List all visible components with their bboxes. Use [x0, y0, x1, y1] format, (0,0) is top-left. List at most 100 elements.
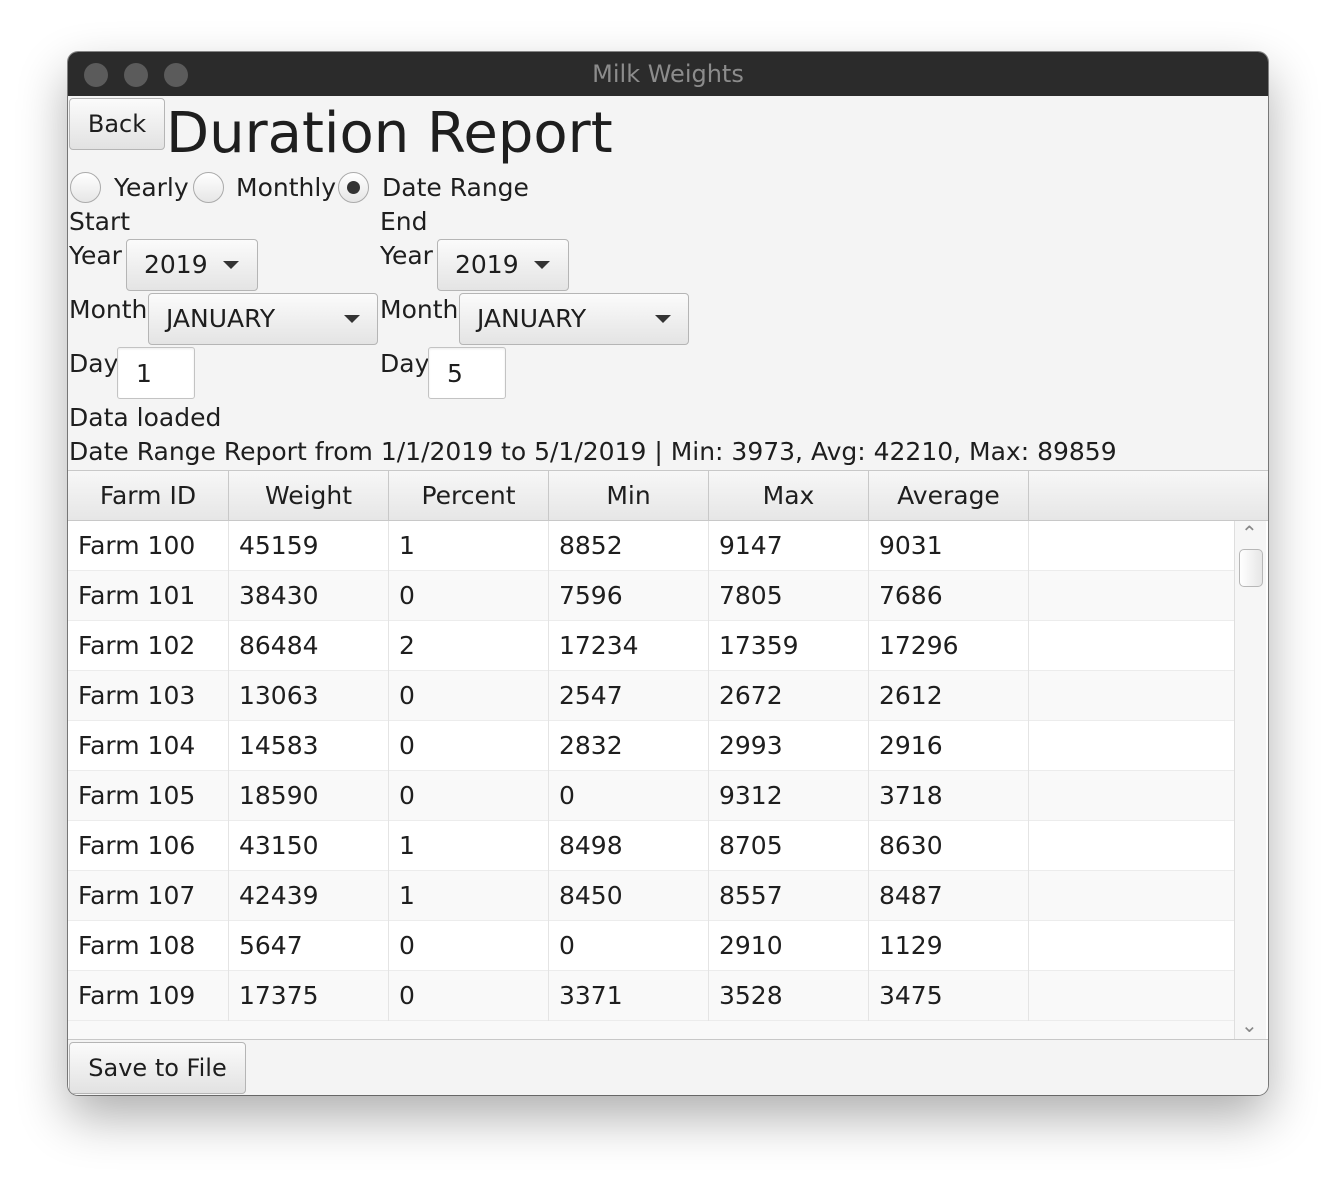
cell-farm-id: Farm 102 — [68, 621, 229, 671]
cell-average: 7686 — [869, 571, 1029, 621]
table-row[interactable]: Farm 102 86484 2 17234 17359 17296 — [68, 621, 1234, 671]
start-month-label: Month — [69, 295, 148, 324]
end-year-value: 2019 — [455, 250, 519, 279]
column-header-filler — [1029, 471, 1268, 520]
cell-percent: 0 — [389, 971, 549, 1021]
table-row[interactable]: Farm 107 42439 1 8450 8557 8487 — [68, 871, 1234, 921]
table-header: Farm ID Weight Percent Min Max Average — [68, 471, 1268, 521]
title-bar: Milk Weights — [68, 52, 1268, 96]
page-title: Duration Report — [166, 101, 613, 166]
yearly-radio[interactable] — [70, 172, 101, 203]
cell-max: 3528 — [709, 971, 869, 1021]
cell-min: 2547 — [549, 671, 709, 721]
start-month-select[interactable]: JANUARY — [148, 293, 378, 345]
cell-percent: 1 — [389, 521, 549, 571]
start-day-label: Day — [69, 349, 119, 378]
start-day-input[interactable]: 1 — [117, 347, 195, 399]
cell-max: 2672 — [709, 671, 869, 721]
monthly-radio[interactable] — [193, 172, 224, 203]
chevron-down-icon — [534, 261, 550, 269]
end-year-label: Year — [380, 241, 433, 270]
cell-farm-id: Farm 100 — [68, 521, 229, 571]
cell-max: 9147 — [709, 521, 869, 571]
end-month-select[interactable]: JANUARY — [459, 293, 689, 345]
table-row-clipped[interactable] — [68, 1021, 1234, 1039]
cell-min: 8498 — [549, 821, 709, 871]
cell-max: 8557 — [709, 871, 869, 921]
table-row[interactable]: Farm 104 14583 0 2832 2993 2916 — [68, 721, 1234, 771]
cell-filler — [1029, 671, 1234, 721]
column-header-max[interactable]: Max — [709, 471, 869, 520]
cell-percent: 0 — [389, 771, 549, 821]
start-title: Start — [69, 207, 131, 236]
table-row[interactable]: Farm 100 45159 1 8852 9147 9031 — [68, 521, 1234, 571]
table-row[interactable]: Farm 106 43150 1 8498 8705 8630 — [68, 821, 1234, 871]
cell-average: 8487 — [869, 871, 1029, 921]
cell-max: 8705 — [709, 821, 869, 871]
end-title: End — [380, 207, 428, 236]
end-day-label: Day — [380, 349, 430, 378]
cell-farm-id: Farm 101 — [68, 571, 229, 621]
cell-min: 2832 — [549, 721, 709, 771]
yearly-radio-label[interactable]: Yearly — [114, 173, 189, 203]
date-range-radio-label[interactable]: Date Range — [382, 173, 529, 203]
column-header-average[interactable]: Average — [869, 471, 1029, 520]
cell-filler — [1029, 821, 1234, 871]
window-title: Milk Weights — [592, 60, 744, 88]
column-header-weight[interactable]: Weight — [229, 471, 389, 520]
end-day-input[interactable]: 5 — [428, 347, 506, 399]
cell-farm-id: Farm 107 — [68, 871, 229, 921]
cell-min: 0 — [549, 771, 709, 821]
cell-farm-id: Farm 103 — [68, 671, 229, 721]
table-row[interactable]: Farm 109 17375 0 3371 3528 3475 — [68, 971, 1234, 1021]
end-year-select[interactable]: 2019 — [437, 239, 569, 291]
cell-min: 17234 — [549, 621, 709, 671]
data-loaded-status: Data loaded — [69, 403, 222, 432]
scrollbar-thumb[interactable] — [1239, 549, 1263, 587]
cell-average: 1129 — [869, 921, 1029, 971]
cell-average: 3718 — [869, 771, 1029, 821]
back-button[interactable]: Back — [69, 98, 165, 150]
table-row[interactable]: Farm 105 18590 0 0 9312 3718 — [68, 771, 1234, 821]
start-month-value: JANUARY — [166, 304, 276, 333]
table-row[interactable]: Farm 108 5647 0 0 2910 1129 — [68, 921, 1234, 971]
start-year-select[interactable]: 2019 — [126, 239, 258, 291]
cell-average: 2612 — [869, 671, 1029, 721]
column-header-min[interactable]: Min — [549, 471, 709, 520]
app-window: Milk Weights Back Duration Report Yearly… — [68, 52, 1268, 1095]
report-table: Farm ID Weight Percent Min Max Average F… — [68, 470, 1268, 1040]
table-row[interactable]: Farm 103 13063 0 2547 2672 2612 — [68, 671, 1234, 721]
cell-average: 9031 — [869, 521, 1029, 571]
cell-max: 2993 — [709, 721, 869, 771]
cell-average: 8630 — [869, 821, 1029, 871]
column-header-farm-id[interactable]: Farm ID — [68, 471, 229, 520]
cell-farm-id: Farm 105 — [68, 771, 229, 821]
cell-min: 3371 — [549, 971, 709, 1021]
table-row[interactable]: Farm 101 38430 0 7596 7805 7686 — [68, 571, 1234, 621]
table-scrollbar[interactable]: ⌃ ⌄ — [1234, 521, 1266, 1039]
chevron-down-icon[interactable]: ⌄ — [1241, 1015, 1258, 1035]
chevron-up-icon[interactable]: ⌃ — [1241, 523, 1258, 543]
cell-filler — [1029, 871, 1234, 921]
cell-weight: 14583 — [229, 721, 389, 771]
cell-filler — [1029, 521, 1234, 571]
cell-percent: 0 — [389, 921, 549, 971]
cell-percent: 0 — [389, 721, 549, 771]
cell-average: 2916 — [869, 721, 1029, 771]
save-to-file-button[interactable]: Save to File — [69, 1042, 246, 1094]
cell-farm-id: Farm 104 — [68, 721, 229, 771]
monthly-radio-label[interactable]: Monthly — [236, 173, 336, 203]
column-header-percent[interactable]: Percent — [389, 471, 549, 520]
cell-farm-id: Farm 106 — [68, 821, 229, 871]
cell-percent: 0 — [389, 571, 549, 621]
date-range-radio[interactable] — [338, 172, 369, 203]
cell-filler — [1029, 921, 1234, 971]
chevron-down-icon — [344, 315, 360, 323]
cell-weight: 45159 — [229, 521, 389, 571]
cell-weight: 18590 — [229, 771, 389, 821]
cell-average: 3475 — [869, 971, 1029, 1021]
cell-filler — [1029, 571, 1234, 621]
cell-min: 0 — [549, 921, 709, 971]
cell-percent: 0 — [389, 671, 549, 721]
cell-average: 17296 — [869, 621, 1029, 671]
